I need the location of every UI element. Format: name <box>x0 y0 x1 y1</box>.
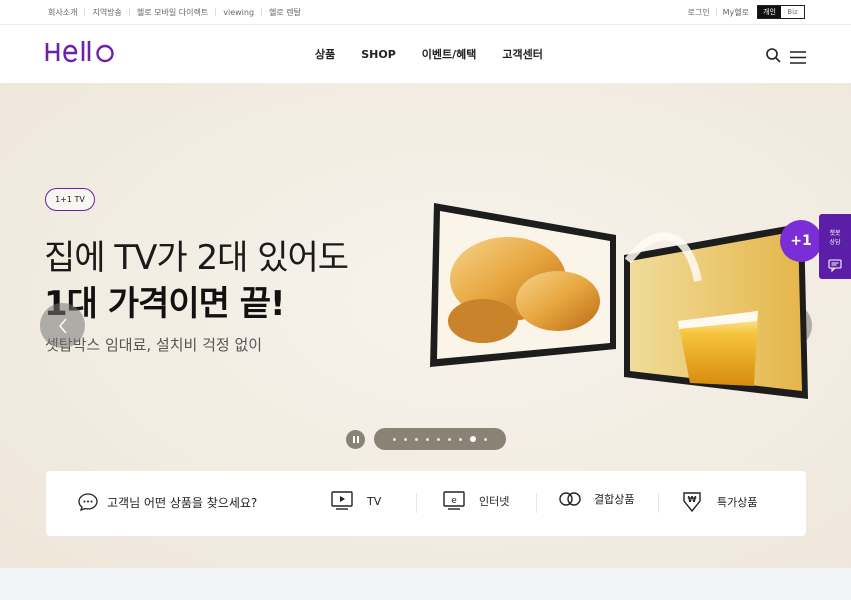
divider <box>658 493 659 513</box>
product-finder: 고객님 어떤 상품을 찾으세요? TV e 인터넷 결합상품 ₩ 특가상품 <box>46 471 806 536</box>
category-bundle[interactable]: 결합상품 <box>558 491 634 507</box>
menu-icon[interactable] <box>790 49 806 68</box>
slide-dot[interactable] <box>415 437 418 441</box>
divider <box>261 8 263 16</box>
category-special[interactable]: ₩ 특가상품 <box>681 491 757 513</box>
slide-dot[interactable] <box>484 437 487 441</box>
util-link-company[interactable]: 회사소개 <box>48 7 77 18</box>
chatbot-button[interactable]: 챗봇 상담 <box>819 214 851 279</box>
bundle-icon <box>559 492 581 506</box>
divider <box>416 493 417 513</box>
prev-slide-button[interactable] <box>40 303 85 348</box>
svg-text:e: e <box>451 496 457 506</box>
personal-toggle[interactable]: 개인 <box>758 6 781 18</box>
slide-dot[interactable] <box>459 437 462 441</box>
chatbot-label-line1: 챗봇 <box>829 230 841 237</box>
tv-illustration <box>430 203 808 399</box>
svg-text:₩: ₩ <box>688 495 697 504</box>
tv-icon <box>331 491 353 510</box>
customer-type-toggle: 개인 Biz <box>757 5 805 19</box>
chatbot-label-line2: 상담 <box>829 239 841 246</box>
category-tv[interactable]: TV <box>331 491 381 511</box>
finder-question: 고객님 어떤 상품을 찾으세요? <box>78 493 257 511</box>
slide-dot[interactable] <box>393 437 396 441</box>
slide-dots <box>374 428 506 450</box>
next-section <box>0 568 851 600</box>
slide-dot[interactable] <box>470 436 476 442</box>
divider <box>128 8 130 16</box>
category-internet-label: 인터넷 <box>479 495 510 508</box>
category-internet[interactable]: e 인터넷 <box>443 491 509 511</box>
category-special-label: 특가상품 <box>717 496 758 509</box>
chatbot-label: 챗봇 상담 <box>819 229 851 247</box>
util-link-rental[interactable]: 헬로 렌탈 <box>269 7 301 18</box>
slide-pager <box>346 428 506 450</box>
pause-button[interactable] <box>346 429 365 449</box>
logo-mark <box>45 41 114 63</box>
pause-icon <box>352 435 359 443</box>
chevron-left-icon <box>58 318 67 333</box>
promo-badge: 1+1 TV <box>45 188 95 211</box>
internet-icon: e <box>443 491 465 510</box>
plus-one-badge: +1 <box>780 220 822 262</box>
hero-banner: 1+1 TV 집에 TV가 2대 있어도 1대 가격이면 끝! 셋탑박스 임대료… <box>0 83 851 568</box>
nav-events[interactable]: 이벤트/혜택 <box>422 46 477 62</box>
divider <box>84 8 86 16</box>
util-link-local-broadcast[interactable]: 지역방송 <box>92 7 121 18</box>
search-icon[interactable] <box>766 48 781 67</box>
nav-products[interactable]: 상품 <box>315 46 335 62</box>
category-tv-label: TV <box>367 494 382 508</box>
main-header: 상품 SHOP 이벤트/혜택 고객센터 <box>0 25 851 83</box>
account-links: 로그인 My헬로 개인 Biz <box>688 0 805 24</box>
hero-headline-1: 집에 TV가 2대 있어도 <box>44 238 349 278</box>
slide-dot[interactable] <box>426 437 429 441</box>
slide-dot[interactable] <box>404 437 407 441</box>
divider <box>715 8 717 16</box>
nav-shop[interactable]: SHOP <box>361 48 396 61</box>
login-link[interactable]: 로그인 <box>688 7 710 18</box>
utility-links: 회사소개 지역방송 헬로 모바일 다이렉트 viewing 헬로 렌탈 <box>48 0 301 24</box>
chat-icon <box>828 259 842 272</box>
nav-customer-center[interactable]: 고객센터 <box>502 46 542 62</box>
utility-bar: 회사소개 지역방송 헬로 모바일 다이렉트 viewing 헬로 렌탈 로그인 … <box>0 0 851 25</box>
slide-dot[interactable] <box>437 437 440 441</box>
util-link-viewing[interactable]: viewing <box>223 8 254 17</box>
slide-dot[interactable] <box>448 437 451 441</box>
divider <box>536 493 537 513</box>
chat-bubble-icon <box>78 493 98 511</box>
global-nav: 상품 SHOP 이벤트/혜택 고객센터 <box>315 25 569 83</box>
util-link-mobile-direct[interactable]: 헬로 모바일 다이렉트 <box>137 7 208 18</box>
hello-logo[interactable] <box>45 40 120 70</box>
finder-question-text: 고객님 어떤 상품을 찾으세요? <box>107 495 258 510</box>
divider <box>215 8 217 16</box>
biz-toggle[interactable]: Biz <box>781 6 804 18</box>
special-price-icon: ₩ <box>683 492 701 513</box>
my-hello-link[interactable]: My헬로 <box>723 7 749 18</box>
category-bundle-label: 결합상품 <box>594 493 635 506</box>
